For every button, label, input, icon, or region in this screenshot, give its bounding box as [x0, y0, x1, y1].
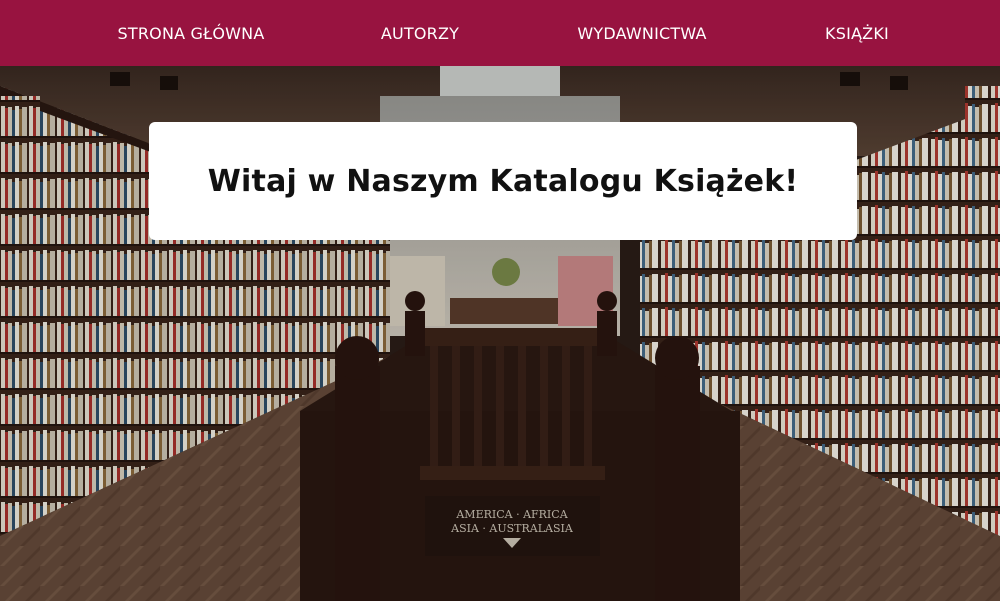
top-navbar: STRONA GŁÓWNA AUTORZY WYDAWNICTWA KSIĄŻK… — [0, 0, 1000, 66]
nav-link-home[interactable]: STRONA GŁÓWNA — [92, 0, 290, 66]
nav-link-authors[interactable]: AUTORZY — [360, 0, 480, 66]
nav-link-publishers[interactable]: WYDAWNICTWA — [552, 0, 732, 66]
page-title: Witaj w Naszym Katalogu Książek! — [207, 163, 799, 199]
welcome-card: Witaj w Naszym Katalogu Książek! — [149, 122, 857, 240]
nav-link-books[interactable]: KSIĄŻKI — [808, 0, 906, 66]
